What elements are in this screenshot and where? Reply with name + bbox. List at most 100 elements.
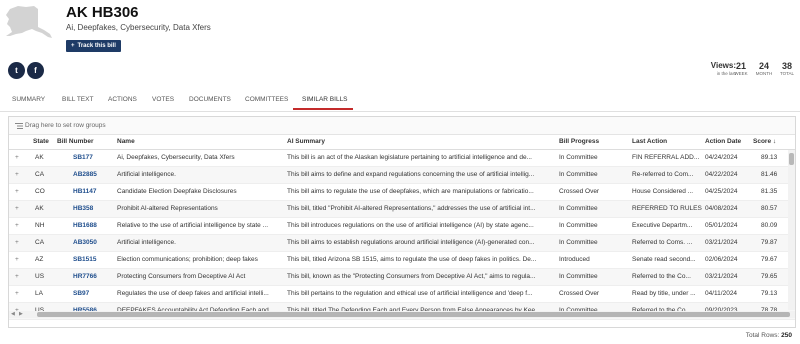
cell-score: 80.57 [761,205,778,212]
expand-row-icon[interactable]: + [15,188,23,195]
expand-row-icon[interactable]: + [15,205,23,212]
cell-date: 02/06/2024 [705,256,738,263]
cell-bill[interactable]: SB177 [73,154,113,161]
scroll-right-icon[interactable]: ▶ [19,311,23,318]
cell-summary: This bill is an act of the Alaskan legis… [287,154,532,161]
views-month-label: MONTH [755,71,773,76]
tab-bill-text[interactable]: BILL TEXT [62,96,93,103]
col-header-bill-number[interactable]: Bill Number [57,138,93,145]
tab-actions[interactable]: ACTIONS [108,96,137,103]
cell-name: Artificial intelligence. [117,239,176,246]
similar-bills-grid: Drag here to set row groups State Bill N… [8,116,796,328]
cell-bill[interactable]: HB358 [73,205,113,212]
tab-documents[interactable]: DOCUMENTS [189,96,231,103]
cell-score: 81.46 [761,171,778,178]
group-rows-icon [15,123,23,129]
cell-bill[interactable]: HR7766 [73,273,113,280]
cell-name: Prohibit AI-altered Representations [117,205,218,212]
table-row[interactable]: + NH HB1688 Relative to the use of artifici… [9,218,795,235]
cell-date: 04/24/2024 [705,154,738,161]
track-bill-button[interactable]: + Track this bill [66,40,121,52]
tab-votes[interactable]: VOTES [152,96,174,103]
views-week-count: 21 [735,61,746,71]
cell-action: Executive Departm... [632,222,693,229]
cell-score: 81.35 [761,188,778,195]
cell-summary: This bill introduces regulations on the … [287,222,534,229]
track-bill-label: Track this bill [77,43,116,49]
expand-row-icon[interactable]: + [15,273,23,280]
cell-progress: In Committee [559,239,598,246]
expand-row-icon[interactable]: + [15,154,23,161]
cell-date: 03/21/2024 [705,239,738,246]
cell-bill[interactable]: HB1147 [73,188,113,195]
cell-summary: This bill aims to regulate the use of de… [287,188,534,195]
cell-date: 04/22/2024 [705,171,738,178]
cell-progress: Introduced [559,256,590,263]
cell-name: Relative to the use of artificial intell… [117,222,269,229]
table-row[interactable]: + AK SB177 Ai, Deepfakes, Cybersecurity, Da… [9,150,795,167]
cell-score: 79.65 [761,273,778,280]
cell-bill[interactable]: SB97 [73,290,113,297]
scroll-left-icon[interactable]: ◀ [11,311,15,318]
cell-progress: Crossed Over [559,290,600,297]
cell-bill[interactable]: AB2885 [73,171,113,178]
cell-state: CA [35,171,45,178]
cell-summary: This bill aims to establish regulations … [287,239,535,246]
row-group-dropzone[interactable]: Drag here to set row groups [9,117,795,135]
col-header-action-date[interactable]: Action Date [705,138,741,145]
cell-date: 04/08/2024 [705,205,738,212]
table-row[interactable]: + CO HB1147 Candidate Election Deepfake Dis… [9,184,795,201]
cell-date: 04/11/2024 [705,290,738,297]
cell-action: Referred to the Co... [632,273,691,280]
cell-state: AZ [35,256,44,263]
col-header-name[interactable]: Name [117,138,135,145]
table-row[interactable]: + CA AB3050 Artificial intelligence. This bi… [9,235,795,252]
grid-header: State Bill Number Name AI Summary Bill P… [9,135,795,150]
table-row[interactable]: + CA AB2885 Artificial intelligence. This bi… [9,167,795,184]
table-row[interactable]: + LA SB97 Regulates the use of deep fakes a… [9,286,795,303]
cell-name: Artificial intelligence. [117,171,176,178]
expand-row-icon[interactable]: + [15,171,23,178]
horizontal-scroll-thumb[interactable] [37,312,790,317]
cell-score: 79.13 [761,290,778,297]
expand-row-icon[interactable]: + [15,239,23,246]
cell-state: NH [35,222,45,229]
cell-action: House Considered ... [632,188,694,195]
table-row[interactable]: + AK HB358 Prohibit AI-altered Representati… [9,201,795,218]
cell-action: Re-referred to Com... [632,171,694,178]
active-tab-indicator [293,108,353,110]
cell-bill[interactable]: HB1688 [73,222,113,229]
vertical-scroll-thumb[interactable] [789,153,794,165]
col-header-state[interactable]: State [33,138,49,145]
horizontal-scrollbar[interactable]: ◀ ▶ [9,311,795,318]
col-header-score[interactable]: Score ↓ [753,138,776,145]
cell-name: Ai, Deepfakes, Cybersecurity, Data Xfers [117,154,235,161]
col-header-ai-summary[interactable]: AI Summary [287,138,325,145]
vertical-scrollbar[interactable] [788,150,795,310]
col-header-bill-progress[interactable]: Bill Progress [559,138,599,145]
cell-progress: In Committee [559,171,598,178]
table-row[interactable]: + US HR7766 Protecting Consumers from Decep… [9,269,795,286]
cell-name: Candidate Election Deepfake Disclosures [117,188,237,195]
expand-row-icon[interactable]: + [15,222,23,229]
cell-bill[interactable]: SB1515 [73,256,113,263]
twitter-share-icon[interactable]: t [8,62,25,79]
total-rows-value: 250 [781,332,792,339]
tab-committees[interactable]: COMMITTEES [245,96,288,103]
tab-similar-bills[interactable]: SIMILAR BILLS [302,96,348,103]
expand-row-icon[interactable]: + [15,256,23,263]
views-month: 24 MONTH [754,61,774,77]
bill-tabs: SUMMARY BILL TEXT ACTIONS VOTES DOCUMENT… [0,90,800,112]
cell-state: AK [35,154,44,161]
table-row[interactable]: + AZ SB1515 Election communications; prohib… [9,252,795,269]
cell-summary: This bill, titled Arizona SB 1515, aims … [287,256,537,263]
col-header-last-action[interactable]: Last Action [632,138,667,145]
facebook-share-icon[interactable]: f [27,62,44,79]
cell-bill[interactable]: AB3050 [73,239,113,246]
tab-summary[interactable]: SUMMARY [12,96,45,103]
views-total-count: 38 [781,61,792,71]
cell-action: Senate read second... [632,256,696,263]
expand-row-icon[interactable]: + [15,290,23,297]
cell-name: Regulates the use of deep fakes and arti… [117,290,269,297]
cell-state: US [35,273,45,280]
